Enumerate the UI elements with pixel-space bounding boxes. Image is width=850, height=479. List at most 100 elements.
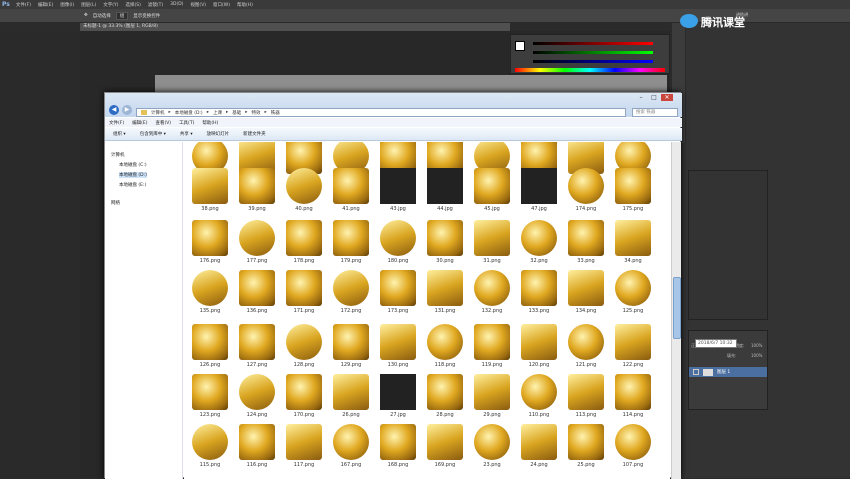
slideshow-button[interactable]: 放映幻灯片 <box>207 131 230 137</box>
file-name[interactable]: 178.png <box>282 258 326 264</box>
file-thumbnail[interactable] <box>192 168 228 204</box>
breadcrumb-effects[interactable]: 特效 <box>252 110 261 116</box>
file-thumbnail[interactable] <box>286 270 322 306</box>
file-thumbnail[interactable] <box>474 424 510 460</box>
file-name[interactable]: 179.png <box>329 258 373 264</box>
file-thumbnail[interactable] <box>333 270 369 306</box>
file-thumbnail[interactable] <box>380 424 416 460</box>
file-name[interactable]: 128.png <box>282 362 326 368</box>
nav-drive-e[interactable]: 本地磁盘 (E:) <box>119 182 146 188</box>
file-name[interactable]: 134.png <box>564 308 608 314</box>
file-thumbnail[interactable] <box>239 424 275 460</box>
file-name[interactable]: 38.png <box>188 206 232 212</box>
opacity-value[interactable]: 100% <box>751 343 762 348</box>
file-name[interactable]: 174.png <box>564 206 608 212</box>
file-name[interactable]: 44.jpg <box>423 206 467 212</box>
file-name[interactable]: 130.png <box>376 362 420 368</box>
file-thumbnail[interactable] <box>380 220 416 256</box>
file-thumbnail[interactable] <box>192 424 228 460</box>
file-name[interactable]: 29.png <box>470 412 514 418</box>
file-name[interactable]: 177.png <box>235 258 279 264</box>
new-folder-button[interactable]: 新建文件夹 <box>243 131 266 137</box>
file-thumbnail[interactable] <box>568 168 604 204</box>
file-thumbnail[interactable] <box>333 220 369 256</box>
file-name[interactable]: 27.jpg <box>376 412 420 418</box>
file-name[interactable]: 122.png <box>611 362 655 368</box>
file-name[interactable]: 135.png <box>188 308 232 314</box>
file-name[interactable]: 170.png <box>282 412 326 418</box>
ps-menu-image[interactable]: 图像(I) <box>60 2 74 8</box>
file-name[interactable]: 47.jpg <box>517 206 561 212</box>
file-name[interactable]: 168.png <box>376 462 420 468</box>
file-name[interactable]: 125.png <box>611 308 655 314</box>
nav-drive-c[interactable]: 本地磁盘 (C:) <box>119 162 147 168</box>
file-name[interactable]: 24.png <box>517 462 561 468</box>
file-thumbnail[interactable] <box>286 374 322 410</box>
file-name[interactable]: 133.png <box>517 308 561 314</box>
file-name[interactable]: 45.jpg <box>470 206 514 212</box>
show-transform-checkbox[interactable]: 显示变换控件 <box>133 13 160 19</box>
file-thumbnail[interactable] <box>615 168 651 204</box>
file-thumbnail[interactable] <box>380 270 416 306</box>
file-thumbnail[interactable] <box>521 374 557 410</box>
file-thumbnail[interactable] <box>521 324 557 360</box>
file-name[interactable]: 118.png <box>423 362 467 368</box>
file-thumbnail[interactable] <box>615 270 651 306</box>
menu-edit[interactable]: 编辑(E) <box>132 120 147 126</box>
nav-computer[interactable]: 计算机 <box>111 152 125 158</box>
file-name[interactable]: 26.png <box>329 412 373 418</box>
file-name[interactable]: 172.png <box>329 308 373 314</box>
search-input[interactable]: 搜索 铁器 <box>632 108 678 117</box>
file-name[interactable]: 132.png <box>470 308 514 314</box>
file-thumbnail[interactable] <box>427 324 463 360</box>
layer-row[interactable]: 图层 1 <box>689 367 767 377</box>
file-name[interactable]: 33.png <box>564 258 608 264</box>
file-thumbnail[interactable] <box>568 374 604 410</box>
file-thumbnail[interactable] <box>239 270 275 306</box>
file-name[interactable]: 127.png <box>235 362 279 368</box>
file-thumbnail[interactable] <box>427 424 463 460</box>
file-name[interactable]: 113.png <box>564 412 608 418</box>
file-thumbnail[interactable] <box>239 324 275 360</box>
file-name[interactable]: 180.png <box>376 258 420 264</box>
close-button[interactable]: ✕ <box>661 94 673 101</box>
file-thumbnail[interactable] <box>333 374 369 410</box>
file-thumbnail[interactable] <box>192 270 228 306</box>
file-thumbnail[interactable] <box>615 324 651 360</box>
breadcrumb-computer[interactable]: 计算机 <box>151 110 165 116</box>
file-thumbnail[interactable] <box>427 220 463 256</box>
file-thumbnail[interactable] <box>333 424 369 460</box>
file-name[interactable]: 115.png <box>188 462 232 468</box>
ps-menu-edit[interactable]: 编辑(E) <box>38 2 53 8</box>
ps-menu-file[interactable]: 文件(F) <box>16 2 31 8</box>
file-name[interactable]: 123.png <box>188 412 232 418</box>
file-name[interactable]: 31.png <box>470 258 514 264</box>
file-thumbnail[interactable] <box>239 168 275 204</box>
menu-view[interactable]: 查看(V) <box>155 120 171 126</box>
scrollbar-thumb[interactable] <box>673 277 681 339</box>
file-name[interactable]: 126.png <box>188 362 232 368</box>
file-name[interactable]: 117.png <box>282 462 326 468</box>
foreground-swatch[interactable] <box>515 41 525 51</box>
file-thumbnail[interactable] <box>380 374 416 410</box>
maximize-button[interactable]: □ <box>648 94 660 101</box>
eye-icon[interactable] <box>693 369 699 375</box>
menu-help[interactable]: 帮助(H) <box>202 120 218 126</box>
file-thumbnail[interactable] <box>615 374 651 410</box>
menu-tools[interactable]: 工具(T) <box>179 120 194 126</box>
file-thumbnail[interactable] <box>239 220 275 256</box>
file-thumbnail[interactable] <box>192 220 228 256</box>
ps-menu-filter[interactable]: 滤镜(T) <box>148 2 163 8</box>
breadcrumb-drive-d[interactable]: 本地磁盘 (D:) <box>175 110 203 116</box>
file-name[interactable]: 110.png <box>517 412 561 418</box>
file-name[interactable]: 23.png <box>470 462 514 468</box>
file-name[interactable]: 176.png <box>188 258 232 264</box>
ps-document-tab[interactable]: 未标题-1 @ 33.3% (图层 1, RGB/8) <box>80 23 510 31</box>
ps-menu-view[interactable]: 视图(V) <box>190 2 206 8</box>
file-name[interactable]: 107.png <box>611 462 655 468</box>
file-thumbnail[interactable] <box>380 168 416 204</box>
file-thumbnail[interactable] <box>286 424 322 460</box>
file-name[interactable]: 34.png <box>611 258 655 264</box>
file-thumbnail[interactable] <box>192 324 228 360</box>
file-thumbnail[interactable] <box>427 270 463 306</box>
